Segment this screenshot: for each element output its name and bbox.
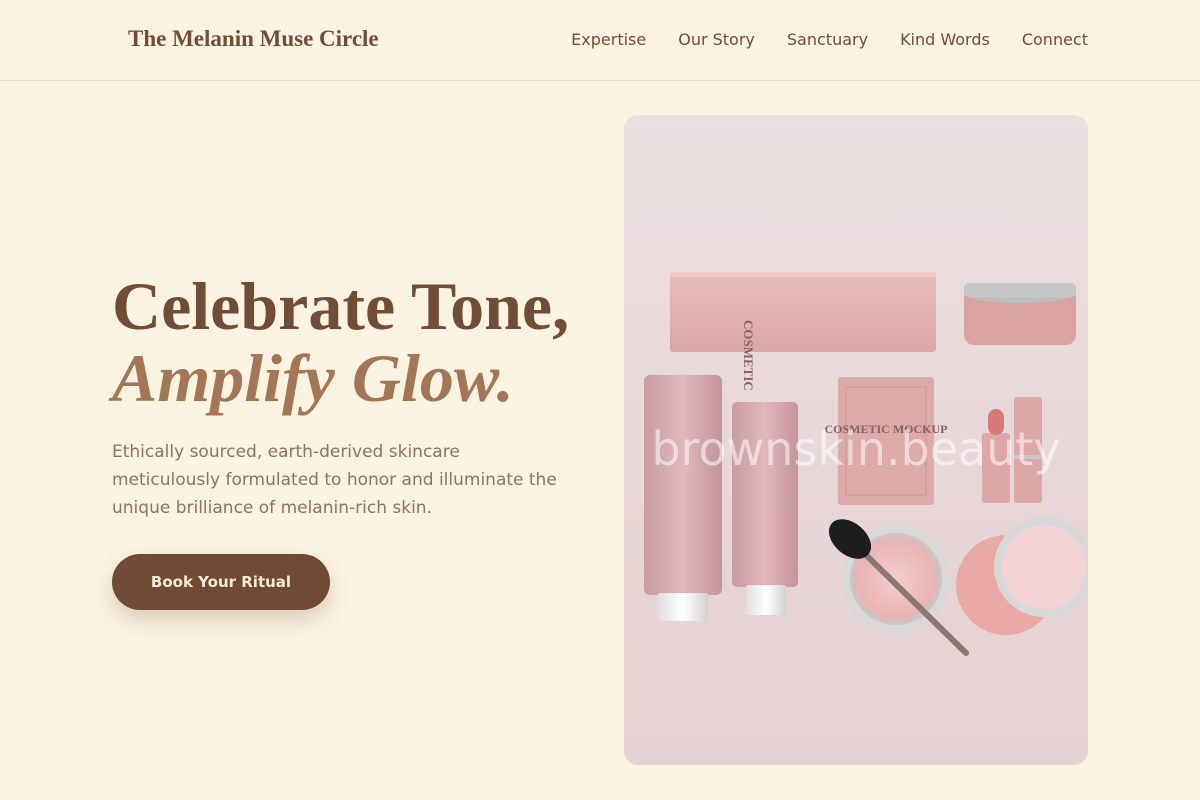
nav-link-our-story[interactable]: Our Story bbox=[678, 30, 755, 49]
box-label: COSMETIC bbox=[741, 320, 756, 391]
product-photo: COSMETIC COSMETIC MOCKUP brownskin.beaut… bbox=[624, 115, 1088, 765]
site-header: The Melanin Muse Circle Expertise Our St… bbox=[0, 0, 1200, 81]
nav-link-kind-words[interactable]: Kind Words bbox=[900, 30, 990, 49]
photo-watermark: brownskin.beauty bbox=[651, 422, 1060, 476]
nav-link-expertise[interactable]: Expertise bbox=[571, 30, 646, 49]
book-ritual-button[interactable]: Book Your Ritual bbox=[112, 554, 330, 610]
nav-link-connect[interactable]: Connect bbox=[1022, 30, 1088, 49]
brand-logo[interactable]: The Melanin Muse Circle bbox=[128, 26, 379, 52]
product-compacts bbox=[842, 517, 1088, 635]
main-nav: Expertise Our Story Sanctuary Kind Words… bbox=[571, 30, 1088, 49]
hero-subtitle: Ethically sourced, earth-derived skincar… bbox=[112, 442, 557, 518]
nav-link-sanctuary[interactable]: Sanctuary bbox=[787, 30, 868, 49]
hero-title-line2: Amplify Glow. bbox=[112, 340, 514, 416]
hero-title-line1: Celebrate Tone, bbox=[112, 268, 570, 344]
product-jar bbox=[964, 283, 1076, 345]
product-box: COSMETIC bbox=[670, 272, 936, 391]
hero-title: Celebrate Tone, Amplify Glow. bbox=[112, 270, 569, 414]
product-tube-large bbox=[644, 375, 722, 621]
